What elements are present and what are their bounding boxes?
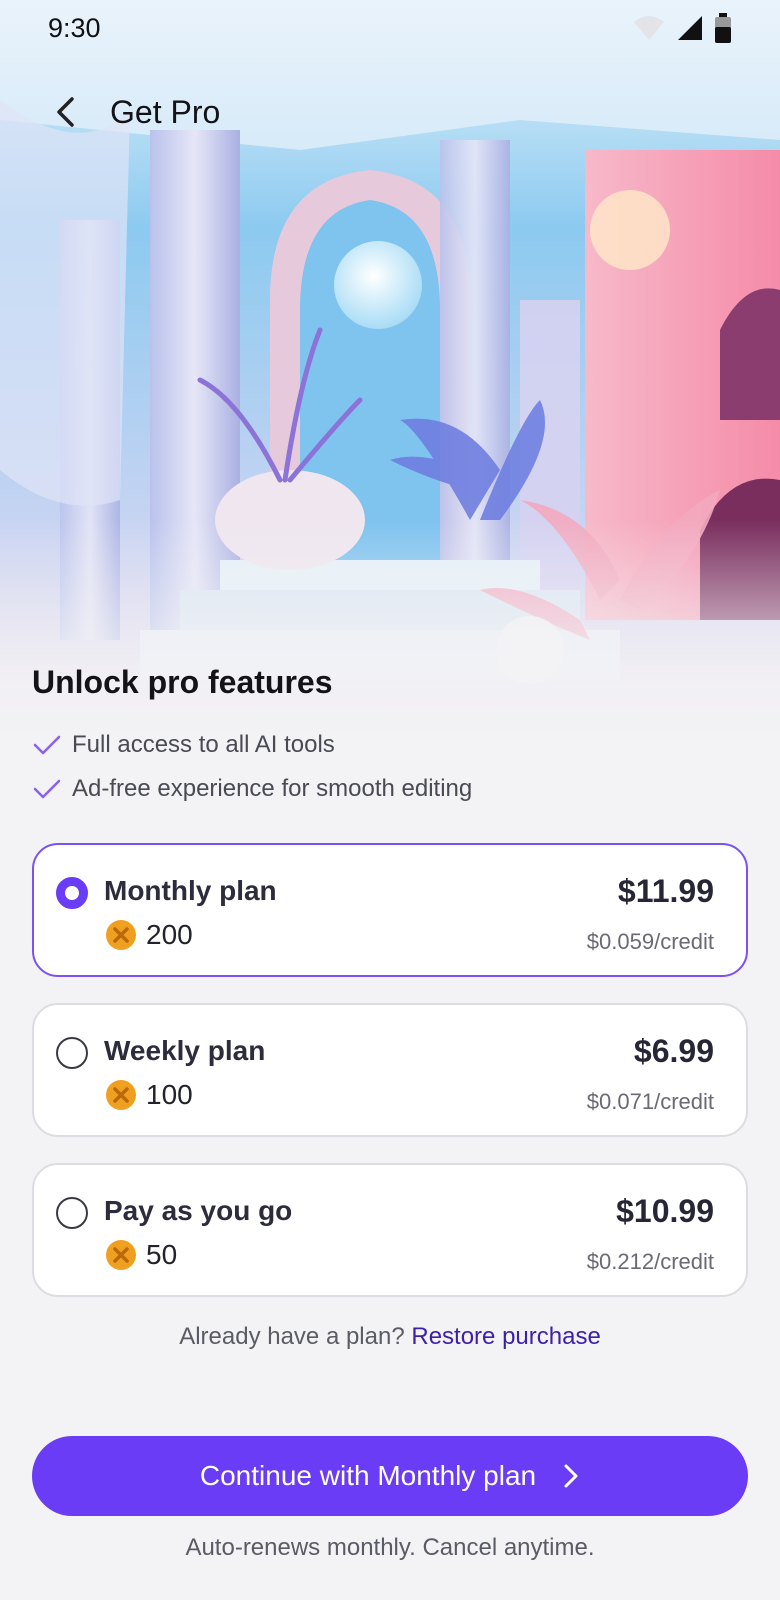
plan-unit-price: $0.059/credit	[586, 929, 714, 954]
chevron-right-icon	[564, 1464, 578, 1488]
plan-price: $11.99	[617, 873, 714, 909]
plan-credits: 100	[106, 1079, 193, 1111]
credit-count: 200	[146, 919, 193, 950]
credit-count: 100	[146, 1079, 193, 1110]
main-content: Unlock pro features Full access to all A…	[32, 664, 748, 1351]
feature-text: Full access to all AI tools	[72, 731, 335, 758]
coin-icon	[106, 1240, 136, 1270]
status-bar: 9:30	[0, 0, 780, 56]
plan-name: Weekly plan	[104, 1035, 266, 1066]
status-time: 9:30	[48, 12, 101, 43]
plan-option-weekly[interactable]: Weekly plan 100 $6.99 $0.071/credit	[32, 1003, 748, 1137]
headline: Unlock pro features	[32, 664, 333, 700]
radio-button-selected[interactable]	[56, 877, 88, 909]
back-arrow-icon	[57, 97, 74, 127]
coin-icon	[106, 920, 136, 950]
plan-price: $10.99	[616, 1193, 714, 1229]
page-title: Get Pro	[110, 93, 221, 130]
plan-unit-price: $0.212/credit	[586, 1249, 714, 1274]
feature-list: Full access to all AI tools Ad-free expe…	[32, 723, 748, 811]
back-button[interactable]	[48, 90, 84, 134]
restore-prompt: Already have a plan?	[179, 1323, 405, 1350]
radio-button[interactable]	[56, 1197, 88, 1229]
plan-credits: 200	[106, 919, 193, 951]
coin-icon	[106, 1080, 136, 1110]
feature-item: Full access to all AI tools	[32, 723, 748, 767]
plan-credits: 50	[106, 1239, 177, 1271]
check-icon	[33, 735, 61, 755]
check-icon	[33, 779, 61, 799]
status-icons	[632, 13, 732, 43]
continue-button-label: Continue with Monthly plan	[199, 1460, 537, 1491]
restore-purchase-link[interactable]: Restore purchase	[411, 1323, 600, 1350]
plan-option-monthly[interactable]: Monthly plan 200 $11.99 $0.059/credit	[32, 843, 748, 977]
app-bar: Get Pro	[0, 80, 780, 144]
plan-price: $6.99	[633, 1033, 714, 1069]
battery-icon	[715, 13, 731, 43]
continue-button[interactable]: Continue with Monthly plan	[32, 1436, 748, 1516]
credit-count: 50	[146, 1239, 178, 1270]
plan-name: Monthly plan	[104, 875, 277, 906]
radio-button[interactable]	[56, 1037, 88, 1069]
plan-name: Pay as you go	[104, 1195, 293, 1226]
renewal-note: Auto-renews monthly. Cancel anytime.	[185, 1534, 595, 1561]
restore-row: Already have a plan? Restore purchase	[32, 1323, 748, 1351]
plan-option-pay-as-you-go[interactable]: Pay as you go 50 $10.99 $0.212/credit	[32, 1163, 748, 1297]
plan-list: Monthly plan 200 $11.99 $0.059/credit We…	[32, 843, 748, 1297]
feature-text: Ad-free experience for smooth editing	[72, 775, 473, 802]
plan-unit-price: $0.071/credit	[586, 1089, 714, 1114]
signal-icon	[678, 16, 702, 40]
feature-item: Ad-free experience for smooth editing	[32, 767, 748, 811]
wifi-icon	[634, 16, 664, 40]
